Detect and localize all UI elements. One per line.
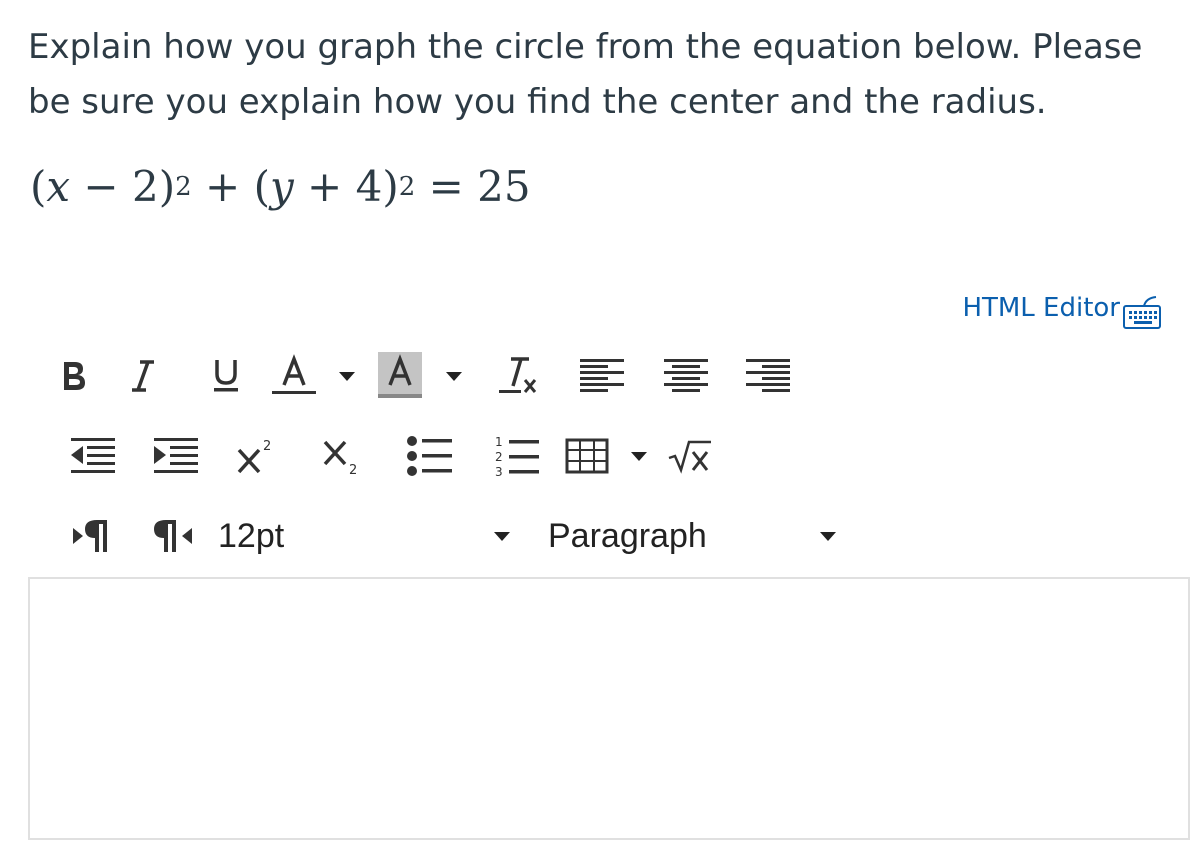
eq-num-2: 2 <box>131 162 159 211</box>
right-to-left-icon <box>154 520 192 552</box>
eq-open-paren-2: ( <box>253 162 270 211</box>
eq-num-4: 4 <box>355 162 383 211</box>
toolbar-row-1 <box>48 346 808 406</box>
chevron-down-icon <box>631 451 647 461</box>
align-left-button[interactable] <box>560 346 644 406</box>
eq-exponent-2: 2 <box>398 172 416 202</box>
numbered-list-icon: 123 <box>495 435 539 477</box>
text-color-icon <box>272 354 316 394</box>
background-color-icon <box>378 352 422 398</box>
left-to-right-icon <box>73 520 107 552</box>
superscript-icon: 2 <box>237 439 271 474</box>
eq-rhs: 25 <box>477 162 531 211</box>
align-right-button[interactable] <box>728 346 808 406</box>
eq-minus: − <box>70 162 132 211</box>
indent-icon <box>154 438 198 473</box>
font-size-select[interactable]: 12pt <box>214 506 518 566</box>
svg-text:2: 2 <box>349 463 357 478</box>
font-size-value: 12pt <box>218 516 285 555</box>
text-color-button[interactable] <box>266 346 322 406</box>
eq-close-paren-2: ) <box>382 162 399 211</box>
html-editor-label: HTML Editor <box>962 293 1120 323</box>
eq-open-paren-1: ( <box>30 162 47 211</box>
italic-icon <box>132 360 154 392</box>
toolbar-row-3: 12pt Paragraph <box>48 506 836 566</box>
chevron-down-icon <box>339 371 355 381</box>
format-value: Paragraph <box>548 516 707 555</box>
text-color-dropdown[interactable] <box>322 346 372 406</box>
chevron-down-icon <box>494 531 510 541</box>
eq-plus-2: + <box>293 162 356 211</box>
bulleted-list-icon <box>407 436 452 476</box>
bold-icon <box>64 362 85 390</box>
numbered-list-button[interactable]: 123 <box>472 426 560 486</box>
svg-text:2: 2 <box>263 439 271 454</box>
keyboard-icon <box>1123 296 1161 329</box>
clear-formatting-icon <box>499 357 537 393</box>
outdent-button[interactable] <box>48 426 136 486</box>
format-select[interactable]: Paragraph <box>518 506 836 566</box>
bulleted-list-button[interactable] <box>386 426 472 486</box>
underline-button[interactable] <box>186 346 266 406</box>
eq-var-y: y <box>269 162 294 211</box>
eq-close-paren-1: ) <box>158 162 176 211</box>
html-editor-link[interactable]: HTML Editor <box>962 286 1162 330</box>
rtl-direction-button[interactable] <box>132 506 214 566</box>
eq-equals: = <box>415 162 478 211</box>
table-dropdown[interactable] <box>614 426 664 486</box>
underline-icon <box>214 360 238 392</box>
bold-button[interactable] <box>48 346 100 406</box>
svg-text:2: 2 <box>495 450 503 464</box>
eq-exponent-1: 2 <box>175 172 192 202</box>
superscript-button[interactable]: 2 <box>214 426 300 486</box>
ltr-direction-button[interactable] <box>48 506 132 566</box>
subscript-icon: 2 <box>323 440 357 478</box>
align-center-button[interactable] <box>644 346 728 406</box>
italic-button[interactable] <box>100 346 186 406</box>
circle-equation: ( x − 2 ) 2 + ( y + 4 ) 2 = 25 <box>30 162 531 232</box>
chevron-down-icon <box>446 371 462 381</box>
table-button[interactable] <box>560 426 614 486</box>
equation-button[interactable] <box>664 426 714 486</box>
rich-text-editor-area[interactable] <box>28 577 1190 840</box>
align-center-icon <box>664 359 708 392</box>
clear-formatting-button[interactable] <box>480 346 560 406</box>
eq-plus-1: + <box>191 162 254 211</box>
background-color-button[interactable] <box>372 346 428 406</box>
eq-var-x: x <box>46 162 71 211</box>
chevron-down-icon <box>820 531 836 541</box>
svg-text:3: 3 <box>495 465 503 477</box>
align-left-icon <box>580 359 624 392</box>
table-icon <box>565 438 609 474</box>
question-text: Explain how you graph the circle from th… <box>28 27 1143 122</box>
background-color-dropdown[interactable] <box>428 346 480 406</box>
indent-button[interactable] <box>136 426 214 486</box>
align-right-icon <box>746 359 790 392</box>
square-root-icon <box>668 440 711 474</box>
outdent-icon <box>71 438 115 473</box>
svg-text:1: 1 <box>495 435 503 449</box>
subscript-button[interactable]: 2 <box>300 426 386 486</box>
toolbar-row-2: 2 2 123 <box>48 426 714 486</box>
